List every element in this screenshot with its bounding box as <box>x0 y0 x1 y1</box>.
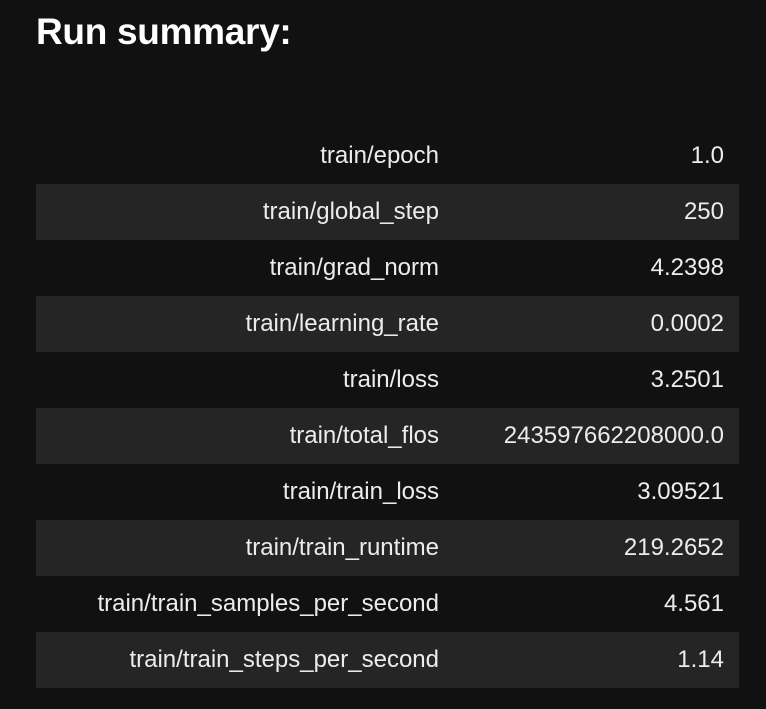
metric-value: 3.09521 <box>637 478 724 505</box>
metric-name: train/loss <box>342 366 439 393</box>
metric-value: 219.2652 <box>439 520 739 576</box>
table-row: train/train_samples_per_second 4.561 <box>36 576 739 632</box>
table-row: train/train_runtime 219.2652 <box>36 520 739 576</box>
table-row: train/train_loss 3.09521 <box>36 464 739 520</box>
metric-value: 243597662208000.0 <box>439 408 739 464</box>
metric-value: 250 <box>439 184 739 240</box>
metric-value: 1.14 <box>439 632 739 688</box>
metric-name: train/train_loss <box>282 478 439 505</box>
run-summary-table: train/epoch 1.0 train/global_step 250 tr… <box>36 128 739 688</box>
metric-name: train/train_samples_per_second <box>97 590 439 617</box>
metric-name: train/total_flos <box>36 408 439 464</box>
metric-name: train/grad_norm <box>269 254 439 281</box>
metric-name: train/train_steps_per_second <box>36 632 439 688</box>
table-row: train/train_steps_per_second 1.14 <box>36 632 739 688</box>
table-row: train/loss 3.2501 <box>36 352 739 408</box>
metric-name: train/learning_rate <box>36 296 439 352</box>
metric-name: train/epoch <box>320 142 439 169</box>
table-row: train/total_flos 243597662208000.0 <box>36 408 739 464</box>
metric-name: train/train_runtime <box>36 520 439 576</box>
table-row: train/learning_rate 0.0002 <box>36 296 739 352</box>
metric-value: 4.561 <box>663 590 724 617</box>
run-summary-title: Run summary: <box>36 11 292 52</box>
metric-value: 4.2398 <box>650 254 724 281</box>
table-row: train/global_step 250 <box>36 184 739 240</box>
table-row: train/grad_norm 4.2398 <box>36 240 739 296</box>
metric-value: 1.0 <box>690 142 724 169</box>
table-row: train/epoch 1.0 <box>36 128 739 184</box>
metric-name: train/global_step <box>36 184 439 240</box>
metric-value: 0.0002 <box>439 296 739 352</box>
metric-value: 3.2501 <box>650 366 724 393</box>
